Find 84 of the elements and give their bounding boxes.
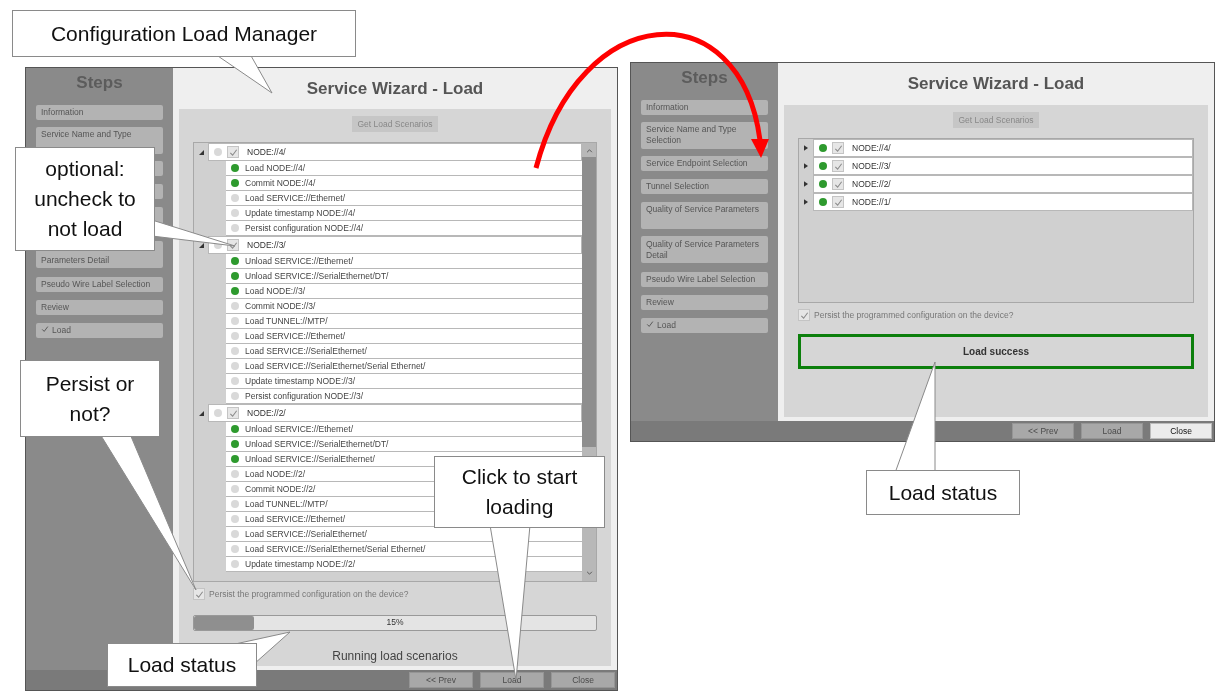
scenario-label: Load SERVICE://SerialEthernet/Serial Ethernet/ <box>245 542 426 556</box>
wizard-title: Service Wizard - Load <box>306 77 484 100</box>
tree-node-row[interactable]: NODE://3/ <box>813 157 1193 175</box>
scroll-down-icon[interactable] <box>585 571 593 575</box>
caret-right-icon[interactable] <box>804 181 808 187</box>
scenario-label: Unload SERVICE://Ethernet/ <box>245 254 354 268</box>
callout-text: optional: uncheck to not load <box>33 156 137 242</box>
scenario-label: Load NODE://2/ <box>245 467 305 481</box>
scenario-label: Update timestamp NODE://3/ <box>245 374 356 388</box>
scenario-label: Update timestamp NODE://2/ <box>245 557 356 571</box>
callout-text: Click to start loading <box>460 464 579 520</box>
node-label: NODE://2/ <box>247 406 286 420</box>
persist-label: Persist the programmed configuration on the device? <box>814 309 1014 322</box>
scenario-label: Update timestamp NODE://4/ <box>245 206 356 220</box>
node-label: NODE://1/ <box>852 195 891 209</box>
step-item[interactable]: Tunnel Selection <box>641 179 768 194</box>
scenario-label: Unload SERVICE://SerialEthernet/DT/ <box>245 437 389 451</box>
scenario-label: Load TUNNEL://MTP/ <box>245 314 328 328</box>
scenario-label: Persist configuration NODE://3/ <box>245 389 364 403</box>
step-item[interactable]: Information <box>641 100 768 115</box>
tree-node-row[interactable]: NODE://4/ <box>208 143 582 161</box>
callout-text: Load status <box>888 479 998 506</box>
scrollbar-thumb[interactable] <box>582 157 596 447</box>
checkbox[interactable] <box>227 407 239 419</box>
caret-down-icon[interactable] <box>198 410 204 416</box>
result-text: Load success <box>962 344 1030 359</box>
checkbox[interactable] <box>832 196 844 208</box>
checkbox[interactable] <box>227 146 239 158</box>
node-label: NODE://3/ <box>247 238 286 252</box>
tree-node-row[interactable]: NODE://2/ <box>813 175 1193 193</box>
node-label: NODE://4/ <box>852 141 891 155</box>
scenario-label: Unload SERVICE://SerialEthernet/DT/ <box>245 269 389 283</box>
scenario-label: Unload SERVICE://Ethernet/ <box>245 422 354 436</box>
footer-button[interactable]: Close <box>1150 423 1212 439</box>
checkbox[interactable] <box>832 142 844 154</box>
scenario-label: Load SERVICE://SerialEthernet/ <box>245 527 367 541</box>
scenario-label: Unload SERVICE://SerialEthernet/ <box>245 452 375 466</box>
tree-node-row[interactable]: NODE://2/ <box>208 404 582 422</box>
checkbox[interactable] <box>832 178 844 190</box>
step-item[interactable]: Service Endpoint Selection <box>641 156 768 171</box>
progress-label: 15% <box>385 616 405 630</box>
step-item[interactable]: Pseudo Wire Label Selection <box>641 272 768 287</box>
node-label: NODE://4/ <box>247 145 286 159</box>
step-item[interactable]: Review <box>36 300 163 315</box>
check-icon <box>41 325 49 333</box>
scenario-label: Load SERVICE://SerialEthernet/ <box>245 344 367 358</box>
step-item[interactable]: Information <box>36 105 163 120</box>
checkbox[interactable] <box>832 160 844 172</box>
scenario-label: Load SERVICE://Ethernet/ <box>245 512 345 526</box>
scenario-label: Commit NODE://2/ <box>245 482 316 496</box>
node-label: NODE://2/ <box>852 177 891 191</box>
scenario-label: Commit NODE://3/ <box>245 299 316 313</box>
persist-label: Persist the programmed configuration on the device? <box>209 588 409 601</box>
step-item[interactable]: Load <box>36 323 163 338</box>
callout-text: Configuration Load Manager <box>50 20 318 47</box>
step-item[interactable]: Review <box>641 295 768 310</box>
scenario-label: Persist configuration NODE://4/ <box>245 221 364 235</box>
scenario-label: Load NODE://3/ <box>245 284 305 298</box>
tree-node-row[interactable]: NODE://1/ <box>813 193 1193 211</box>
checkbox[interactable] <box>193 588 205 601</box>
callout-text: Load status <box>127 652 237 678</box>
tree-node-row[interactable]: NODE://4/ <box>813 139 1193 157</box>
scenario-label: Load SERVICE://Ethernet/ <box>245 191 345 205</box>
wizard-title: Service Wizard - Load <box>907 73 1085 96</box>
scenario-label: Commit NODE://4/ <box>245 176 316 190</box>
step-item[interactable]: Load <box>641 318 768 333</box>
step-item[interactable]: Pseudo Wire Label Selection <box>36 277 163 292</box>
callout-text: Persist or not? <box>44 370 136 427</box>
status-text: Running load scenarios <box>332 647 458 665</box>
scenario-label: Load TUNNEL://MTP/ <box>245 497 328 511</box>
node-label: NODE://3/ <box>852 159 891 173</box>
step-item[interactable]: Quality of Service Parameters Detail <box>641 236 768 263</box>
scenario-label: Load SERVICE://Ethernet/ <box>245 329 345 343</box>
caret-right-icon[interactable] <box>804 199 808 205</box>
scenario-label: Load SERVICE://SerialEthernet/Serial Ethernet/ <box>245 359 426 373</box>
step-item[interactable]: Service Name and Type Selection <box>641 122 768 149</box>
checkbox[interactable] <box>798 309 810 322</box>
check-icon <box>646 320 654 328</box>
scenario-label: Load NODE://4/ <box>245 161 305 175</box>
caret-down-icon[interactable] <box>198 149 204 155</box>
step-item[interactable]: Quality of Service Parameters <box>641 202 768 229</box>
scroll-up-icon[interactable] <box>585 149 593 153</box>
caret-right-icon[interactable] <box>804 145 808 151</box>
caret-right-icon[interactable] <box>804 163 808 169</box>
